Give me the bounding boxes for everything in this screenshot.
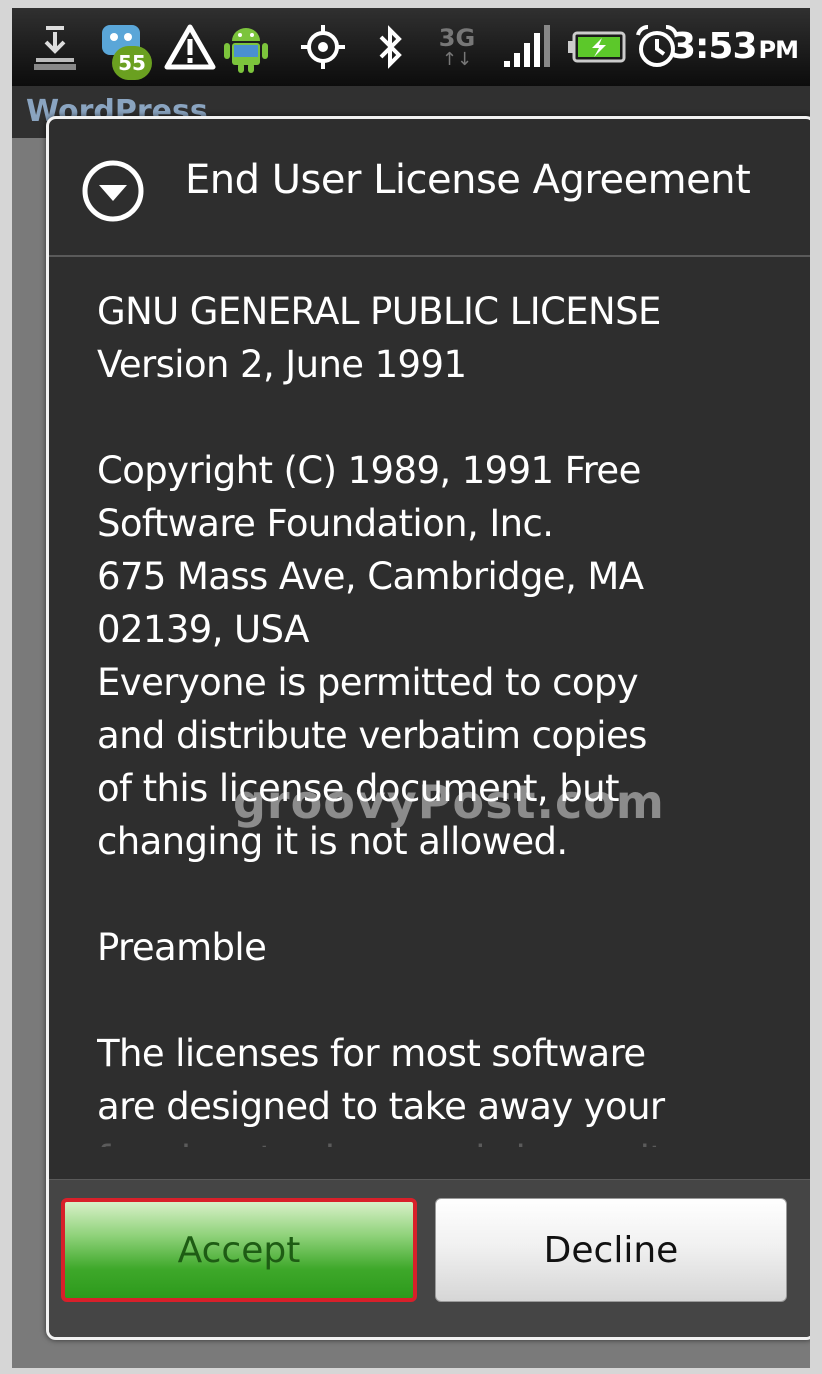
- battery-icon: [566, 20, 630, 74]
- license-text[interactable]: GNU GENERAL PUBLIC LICENSE Version 2, Ju…: [97, 257, 787, 1147]
- signal-icon: [500, 20, 556, 74]
- dialog-header: End User License Agreement: [49, 119, 810, 257]
- download-icon: [30, 20, 80, 74]
- license-line: Everyone is permitted to copy: [97, 661, 639, 704]
- chevron-down-circle-icon: [81, 159, 145, 223]
- gps-icon: [296, 20, 350, 74]
- license-line: [97, 974, 787, 1027]
- license-line: freedom to share and change it: [97, 1133, 787, 1147]
- 3g-icon: 3G ↑↓: [438, 24, 476, 70]
- status-bar: 55 3G ↑↓ 3:53PM: [12, 8, 810, 86]
- license-line: Software Foundation, Inc.: [97, 502, 554, 545]
- license-line: Preamble: [97, 926, 267, 969]
- license-line: Copyright (C) 1989, 1991 Free: [97, 449, 641, 492]
- clock: 3:53PM: [670, 26, 799, 67]
- bluetooth-icon: [370, 20, 410, 74]
- license-line: of this license document, but: [97, 767, 619, 810]
- license-line: 675 Mass Ave, Cambridge, MA: [97, 555, 644, 598]
- warning-icon: [162, 20, 218, 74]
- license-line: are designed to take away your: [97, 1085, 665, 1128]
- license-line: [97, 391, 787, 444]
- decline-button[interactable]: Decline: [435, 1198, 787, 1302]
- license-line: Version 2, June 1991: [97, 343, 467, 386]
- license-line: [97, 868, 787, 921]
- android-icon: [216, 20, 276, 74]
- license-line: The licenses for most software: [97, 1032, 646, 1075]
- phone-screen: 55 3G ↑↓ 3:53PM WordPress End User Licen…: [12, 8, 810, 1368]
- license-line: GNU GENERAL PUBLIC LICENSE: [97, 290, 661, 333]
- license-line: 02139, USA: [97, 608, 309, 651]
- dialog-button-bar: Accept Decline: [49, 1179, 810, 1337]
- dialog-title: End User License Agreement: [185, 157, 751, 203]
- accept-button[interactable]: Accept: [61, 1198, 417, 1302]
- license-line: and distribute verbatim copies: [97, 714, 647, 757]
- license-line: changing it is not allowed.: [97, 820, 568, 863]
- notification-badge: 55: [112, 46, 152, 80]
- eula-dialog: End User License Agreement GNU GENERAL P…: [46, 116, 810, 1340]
